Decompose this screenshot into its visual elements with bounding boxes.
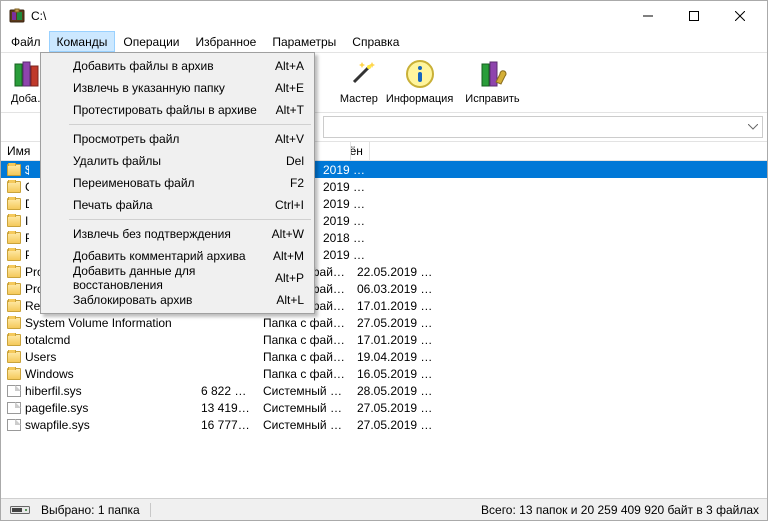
column-date[interactable]: нён bbox=[351, 142, 370, 160]
folder-icon bbox=[7, 198, 21, 210]
repair-icon bbox=[476, 58, 508, 90]
folder-icon bbox=[7, 249, 21, 261]
menu-операции[interactable]: Операции bbox=[115, 31, 187, 52]
table-row[interactable]: pagefile.sys13 419 8…Системный ф…27.05.2… bbox=[1, 399, 767, 416]
folder-icon bbox=[7, 232, 21, 244]
menu-command-item[interactable]: Просмотреть файлAlt+V bbox=[43, 128, 312, 150]
menu-command-item[interactable]: Извлечь без подтвержденияAlt+W bbox=[43, 223, 312, 245]
info-icon bbox=[404, 58, 436, 90]
file-icon bbox=[7, 402, 21, 414]
table-row[interactable]: WindowsПапка с файл…16.05.2019 … bbox=[1, 365, 767, 382]
folder-icon bbox=[7, 317, 21, 329]
menu-файл[interactable]: Файл bbox=[3, 31, 49, 52]
folder-icon bbox=[7, 300, 21, 312]
status-selection: Выбрано: 1 папка bbox=[41, 503, 140, 517]
toolbar-wizard-button[interactable]: Мастер bbox=[340, 55, 380, 112]
close-button[interactable] bbox=[717, 1, 763, 31]
menu-команды[interactable]: Команды bbox=[49, 31, 116, 52]
menu-command-item[interactable]: Протестировать файлы в архивеAlt+T bbox=[43, 99, 312, 121]
folder-icon bbox=[7, 368, 21, 380]
file-icon bbox=[7, 385, 21, 397]
toolbar-repair-button[interactable]: Исправить bbox=[459, 55, 525, 112]
table-row[interactable]: hiberfil.sys6 822 82…Системный ф…28.05.2… bbox=[1, 382, 767, 399]
status-total: Всего: 13 папок и 20 259 409 920 байт в … bbox=[481, 503, 759, 517]
toolbar-info-button[interactable]: Информация bbox=[380, 55, 459, 112]
menu-избранное[interactable]: Избранное bbox=[188, 31, 265, 52]
drive-icon bbox=[9, 504, 31, 516]
folder-icon bbox=[7, 215, 21, 227]
menu-справка[interactable]: Справка bbox=[344, 31, 407, 52]
chevron-down-icon[interactable] bbox=[748, 124, 758, 130]
menu-bar: ФайлКомандыОперацииИзбранноеПараметрыСпр… bbox=[1, 31, 767, 53]
title-bar: C:\ bbox=[1, 1, 767, 31]
table-row[interactable]: swapfile.sys16 777 2…Системный ф…27.05.2… bbox=[1, 416, 767, 433]
commands-menu-dropdown: Добавить файлы в архивAlt+AИзвлечь в ука… bbox=[40, 52, 315, 314]
menu-command-item[interactable]: Переименовать файлF2 bbox=[43, 172, 312, 194]
menu-command-item[interactable]: Заблокировать архивAlt+L bbox=[43, 289, 312, 311]
minimize-button[interactable] bbox=[625, 1, 671, 31]
folder-icon bbox=[7, 334, 21, 346]
menu-command-item[interactable]: Удалить файлыDel bbox=[43, 150, 312, 172]
books-icon bbox=[11, 58, 43, 90]
toolbar-wizard-label: Мастер bbox=[340, 93, 378, 105]
window-title: C:\ bbox=[31, 9, 625, 23]
folder-icon bbox=[7, 283, 21, 295]
menu-command-item[interactable]: Добавить данные для восстановленияAlt+P bbox=[43, 267, 312, 289]
toolbar-info-label: Информация bbox=[386, 93, 453, 105]
file-icon bbox=[7, 419, 21, 431]
table-row[interactable]: UsersПапка с файл…19.04.2019 … bbox=[1, 348, 767, 365]
table-row[interactable]: System Volume InformationПапка с файл…27… bbox=[1, 314, 767, 331]
address-bar[interactable] bbox=[323, 116, 763, 138]
status-bar: Выбрано: 1 папка Всего: 13 папок и 20 25… bbox=[1, 498, 767, 520]
folder-icon bbox=[7, 181, 21, 193]
maximize-button[interactable] bbox=[671, 1, 717, 31]
menu-command-item[interactable]: Печать файлаCtrl+I bbox=[43, 194, 312, 216]
app-icon bbox=[9, 8, 25, 24]
folder-icon bbox=[7, 164, 21, 176]
toolbar-repair-label: Исправить bbox=[465, 93, 519, 105]
table-row[interactable]: totalcmdПапка с файл…17.01.2019 … bbox=[1, 331, 767, 348]
folder-icon bbox=[7, 266, 21, 278]
menu-параметры[interactable]: Параметры bbox=[264, 31, 344, 52]
menu-command-item[interactable]: Добавить файлы в архивAlt+A bbox=[43, 55, 312, 77]
folder-icon bbox=[7, 351, 21, 363]
menu-command-item[interactable]: Извлечь в указанную папкуAlt+E bbox=[43, 77, 312, 99]
magic-wand-icon bbox=[346, 58, 378, 90]
